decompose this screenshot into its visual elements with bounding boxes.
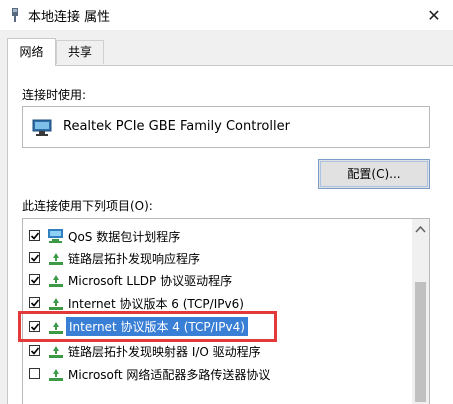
window-title: 本地连接 属性 [28,10,111,25]
adapter-field: Realtek PCIe GBE Family Controller [22,106,430,148]
tab-strip: 网络 共享 [0,30,453,66]
list-item-lltd-responder[interactable]: 链路层拓扑发现响应程序 [23,247,413,269]
item-checkbox[interactable] [29,368,40,379]
configure-button[interactable]: 配置(C)... [318,159,430,189]
item-label: Internet 协议版本 6 (TCP/IPv6) [68,297,244,311]
annotation-highlight [18,311,277,342]
list-item-lltd-mapper[interactable]: 链路层拓扑发现映射器 I/O 驱动程序 [23,340,413,362]
title-bar: 本地连接 属性 ✕ [0,0,453,30]
network-adapter-icon [12,8,18,22]
list-item-multiplexor[interactable]: Microsoft 网络适配器多路传送器协议 [23,363,413,385]
tab-network[interactable]: 网络 [7,38,56,66]
tab-sharing[interactable]: 共享 [56,40,104,64]
list-item-qos[interactable]: QoS 数据包计划程序 [23,225,413,247]
item-label: QoS 数据包计划程序 [68,230,181,244]
item-checkbox[interactable] [29,345,40,356]
protocol-icon [49,275,63,287]
item-checkbox[interactable] [29,252,40,263]
item-label: 链路层拓扑发现映射器 I/O 驱动程序 [68,345,261,359]
protocol-icon [49,346,63,358]
item-label: 链路层拓扑发现响应程序 [68,252,201,266]
items-label: 此连接使用下列项目(O): [22,199,153,213]
item-label: Microsoft 网络适配器多路传送器协议 [68,368,271,382]
scroll-thumb[interactable] [415,282,426,402]
item-checkbox[interactable] [29,274,40,285]
close-button[interactable]: ✕ [419,0,449,30]
item-checkbox[interactable] [29,297,40,308]
protocol-icon [49,253,63,265]
item-checkbox[interactable] [29,230,40,241]
list-scrollbar[interactable] [412,219,429,404]
connect-using-label: 连接时使用: [22,88,87,102]
close-icon: ✕ [427,5,441,25]
adapter-name: Realtek PCIe GBE Family Controller [63,119,290,134]
qos-icon [48,229,63,243]
list-item-lldp-driver[interactable]: Microsoft LLDP 协议驱动程序 [23,269,413,291]
protocol-icon [49,369,63,381]
network-card-icon [32,119,52,136]
item-label: Microsoft LLDP 协议驱动程序 [68,274,233,288]
protocol-icon [49,298,63,310]
scroll-up-arrow-icon[interactable] [415,225,426,233]
